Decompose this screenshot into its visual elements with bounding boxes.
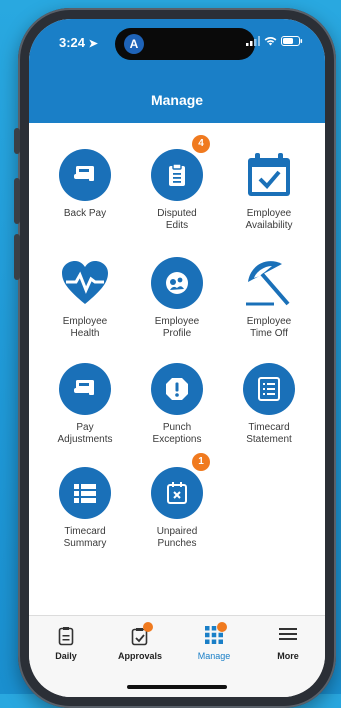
calendar-check-icon xyxy=(243,149,295,201)
menu-icon xyxy=(251,626,325,648)
tile-disputed-edits[interactable]: 4 Disputed Edits xyxy=(127,135,227,232)
status-icons xyxy=(246,36,303,46)
beach-umbrella-icon xyxy=(243,257,295,309)
daily-icon xyxy=(29,626,103,648)
heart-pulse-icon xyxy=(59,257,111,309)
tile-employee-health[interactable]: Employee Health xyxy=(35,257,135,340)
tile-label: Disputed Edits xyxy=(157,208,197,231)
notification-badge: 1 xyxy=(192,453,210,471)
tile-timecard-summary[interactable]: Timecard Summary xyxy=(35,467,135,550)
tab-daily[interactable]: Daily xyxy=(29,626,103,661)
app-screen: 3:24 ➤ A Manage Back Pay 4 Disputed Edit… xyxy=(29,19,325,697)
app-header: Manage xyxy=(29,83,325,123)
tile-employee-profile[interactable]: Employee Profile xyxy=(127,257,227,340)
document-list-icon xyxy=(243,363,295,415)
tab-approvals[interactable]: Approvals xyxy=(103,622,177,661)
manage-grid: Back Pay 4 Disputed Edits Employee Avail… xyxy=(29,123,325,615)
tab-more[interactable]: More xyxy=(251,626,325,661)
tile-label: Employee Time Off xyxy=(246,316,292,339)
tile-label: Unpaired Punches xyxy=(156,526,198,549)
notification-badge: 4 xyxy=(192,135,210,153)
phone-action-button xyxy=(14,128,20,154)
money-hand-icon xyxy=(59,149,111,201)
notification-dot xyxy=(217,622,227,632)
battery-icon xyxy=(281,36,303,46)
tile-employee-availability[interactable]: Employee Availability xyxy=(219,149,319,232)
phone-frame: 3:24 ➤ A Manage Back Pay 4 Disputed Edit… xyxy=(14,8,336,708)
location-arrow-icon: ➤ xyxy=(88,38,98,50)
alert-icon xyxy=(151,363,203,415)
approvals-icon xyxy=(103,622,177,648)
tile-unpaired-punches[interactable]: 1 Unpaired Punches xyxy=(127,453,227,550)
tile-label: Employee Availability xyxy=(245,208,293,231)
phone-volume-up-button xyxy=(14,178,20,224)
tab-manage[interactable]: Manage xyxy=(177,622,251,661)
clipboard-icon xyxy=(151,149,203,201)
status-time-text: 3:24 xyxy=(59,35,86,50)
tile-label: Pay Adjustments xyxy=(57,422,113,445)
money-hand-icon xyxy=(59,363,111,415)
tile-label: Punch Exceptions xyxy=(152,422,202,445)
tile-label: Employee Health xyxy=(62,316,108,339)
tile-label: Back Pay xyxy=(63,208,107,219)
dynamic-island: A xyxy=(115,28,255,60)
tile-pay-adjustments[interactable]: Pay Adjustments xyxy=(35,363,135,446)
status-bar: 3:24 ➤ A xyxy=(29,19,325,83)
phone-volume-down-button xyxy=(14,234,20,280)
grid-icon xyxy=(177,622,251,648)
tile-label: Timecard Statement xyxy=(246,422,292,445)
tile-label: Employee Profile xyxy=(154,316,200,339)
tile-timecard-statement[interactable]: Timecard Statement xyxy=(219,363,319,446)
home-indicator[interactable] xyxy=(127,685,227,689)
wifi-icon xyxy=(264,37,277,46)
app-indicator-icon: A xyxy=(124,34,144,54)
tile-punch-exceptions[interactable]: Punch Exceptions xyxy=(127,363,227,446)
tile-employee-time-off[interactable]: Employee Time Off xyxy=(219,257,319,340)
tab-label: Daily xyxy=(55,651,77,661)
notification-dot xyxy=(143,622,153,632)
cellular-signal-icon xyxy=(246,36,260,46)
tab-label: More xyxy=(277,651,299,661)
tile-back-pay[interactable]: Back Pay xyxy=(35,149,135,220)
tab-label: Approvals xyxy=(117,651,162,661)
tab-label: Manage xyxy=(197,651,231,661)
calendar-x-icon xyxy=(151,467,203,519)
page-title: Manage xyxy=(150,92,204,108)
status-time: 3:24 ➤ xyxy=(59,35,98,50)
list-icon xyxy=(59,467,111,519)
tile-label: Timecard Summary xyxy=(63,526,107,549)
profile-icon xyxy=(151,257,203,309)
